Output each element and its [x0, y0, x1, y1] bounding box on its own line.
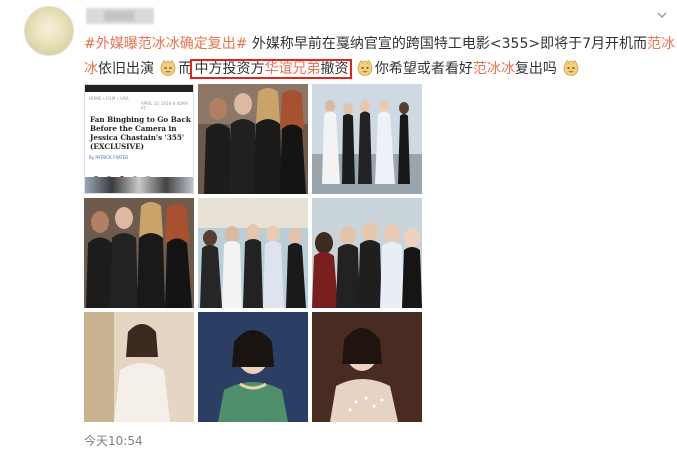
- post-text-segment: 撤资: [320, 61, 349, 77]
- user-avatar[interactable]: [24, 6, 74, 56]
- post-timestamp[interactable]: 今天10:54: [84, 432, 143, 449]
- image-tile-yacht-photo[interactable]: [198, 198, 308, 308]
- image-tile-group-photo[interactable]: [84, 198, 194, 308]
- article-byline: By PATRICK FRATER: [89, 155, 129, 160]
- doge-emoji-icon: [357, 59, 373, 76]
- username-blurred[interactable]: [86, 8, 154, 24]
- post-text: #外媒曝范冰冰确定复出# 外媒称早前在戛纳官宣的跨国特工电影<355>即将于7月…: [84, 32, 675, 82]
- post-line-1: #外媒曝范冰冰确定复出# 外媒称早前在戛纳官宣的跨国特工电影<355>即将于7月…: [84, 32, 675, 57]
- image-tile-yacht-photo[interactable]: [312, 198, 422, 308]
- post-text-segment: 复出吗: [514, 61, 557, 77]
- image-tile-portrait[interactable]: [84, 312, 194, 422]
- post-line-2: 冰依旧出演 而中方投资方华谊兄弟撤资 你希望或者看好范冰冰复出吗: [84, 57, 664, 82]
- highlight-box: 中方投资方华谊兄弟撤资: [190, 59, 353, 79]
- mention-link[interactable]: 冰: [84, 61, 98, 77]
- post-text-segment: 依旧出演: [98, 61, 154, 77]
- chevron-down-icon[interactable]: [657, 10, 667, 20]
- doge-emoji-icon: [564, 59, 579, 76]
- article-date: APRIL 10, 2019 8:40AM PT: [141, 101, 188, 111]
- image-tile-portrait[interactable]: [198, 312, 308, 422]
- image-tile-article[interactable]: HOME » FILM » USA APRIL 10, 2019 8:40AM …: [84, 84, 194, 194]
- article-headline: Fan Bingbing to Go Back Before the Camer…: [90, 115, 191, 151]
- doge-emoji-icon: [161, 59, 176, 76]
- mention-link[interactable]: 范冰: [647, 36, 675, 52]
- article-nav: HOME » FILM » USA: [89, 96, 129, 101]
- post-text-segment: 中方投资方: [194, 61, 265, 77]
- post-text-segment: 你希望或者看好: [374, 61, 473, 77]
- mention-link[interactable]: 范冰冰: [473, 61, 515, 77]
- image-tile-cannes-photo[interactable]: [312, 84, 422, 194]
- article-header-bar: [85, 85, 193, 92]
- mention-link[interactable]: 华谊兄弟: [264, 61, 320, 77]
- topic-link[interactable]: #外媒曝范冰冰确定复出#: [84, 36, 247, 52]
- image-tile-group-photo[interactable]: [198, 84, 308, 194]
- article-photo: [85, 177, 193, 193]
- post-text-segment: 外媒称早前在戛纳官宣的跨国特工电影<355>即将于7月开机而: [247, 36, 648, 52]
- image-tile-portrait[interactable]: [312, 312, 422, 422]
